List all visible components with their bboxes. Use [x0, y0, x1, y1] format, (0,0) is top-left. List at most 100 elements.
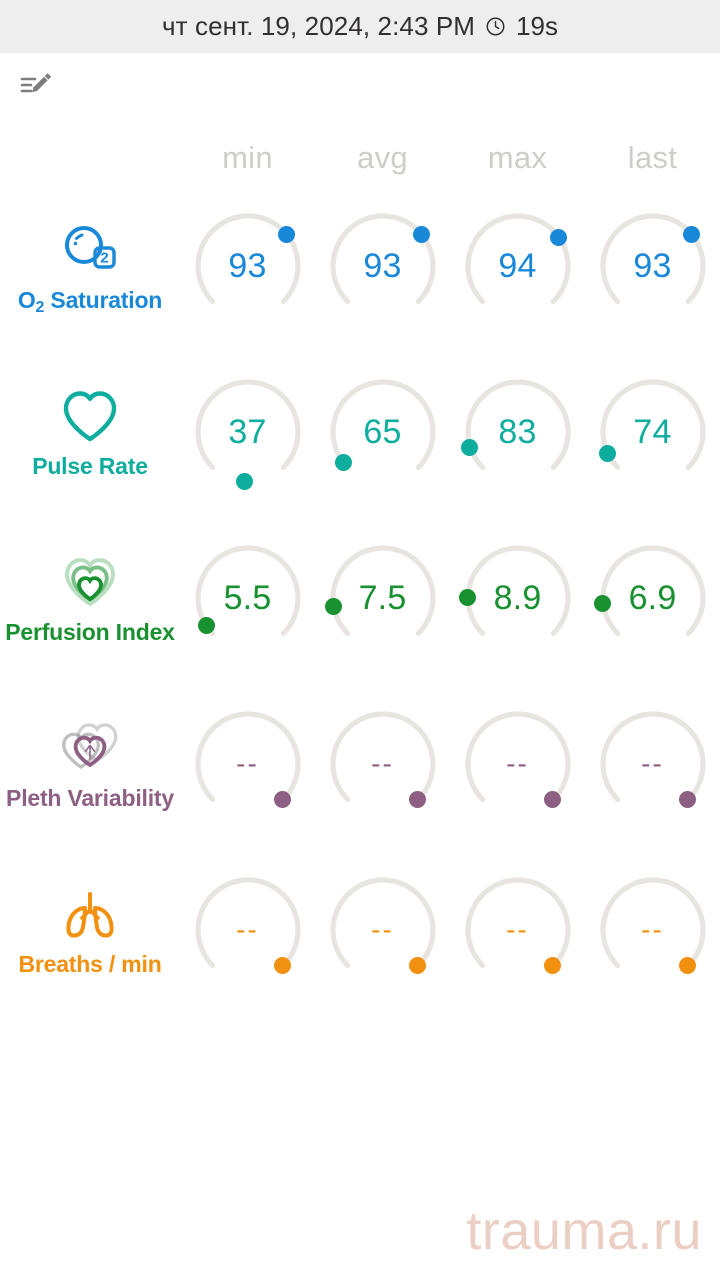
gauge-cell-max[interactable]: -- — [450, 871, 585, 989]
gauge: 37 — [189, 373, 307, 491]
gauge-progress-dot — [682, 226, 700, 244]
gauge: -- — [594, 871, 712, 989]
clock-icon — [485, 16, 506, 37]
gauge-value: 5.5 — [223, 578, 272, 617]
triple-heart-icon — [57, 550, 123, 612]
edit-note-button[interactable] — [14, 65, 62, 109]
gauge: -- — [324, 871, 442, 989]
column-header-avg: avg — [357, 140, 408, 175]
gauge-cell-last[interactable]: 74 — [585, 373, 720, 491]
column-header-max: max — [487, 140, 548, 175]
gauge-cell-last[interactable]: 93 — [585, 207, 720, 325]
gauge-progress-dot — [197, 617, 215, 635]
gauge: 74 — [594, 373, 712, 491]
gauge-group: 93 93 94 93 — [180, 207, 720, 325]
gauge: -- — [459, 871, 577, 989]
metric-name: O2 Saturation — [17, 287, 163, 316]
gauge-cell-min[interactable]: 37 — [180, 373, 315, 491]
edit-note-icon — [20, 69, 56, 106]
gauge-value: -- — [641, 914, 664, 945]
gauge-progress-dot — [459, 588, 476, 606]
gauge-value: 65 — [363, 412, 402, 451]
gauge-cell-max[interactable]: 94 — [450, 207, 585, 325]
gauge-cell-avg[interactable]: 7.5 — [315, 539, 450, 657]
gauge-cell-min[interactable]: -- — [180, 705, 315, 823]
metric-row: Breaths / min -- -- -- -- — [0, 847, 720, 1013]
gauge-value: 94 — [498, 246, 537, 285]
gauge-progress-dot — [334, 454, 352, 472]
toolbar — [0, 53, 720, 121]
session-datetime: чт сент. 19, 2024, 2:43 PM — [162, 11, 476, 41]
gauge-cell-avg[interactable]: -- — [315, 871, 450, 989]
metric-label-cell[interactable]: Pulse Rate — [0, 384, 180, 480]
metric-name: Perfusion Index — [5, 619, 175, 645]
gauge-cell-min[interactable]: -- — [180, 871, 315, 989]
metric-name: Breaths / min — [18, 951, 162, 977]
gauge-value: 83 — [498, 412, 537, 451]
elapsed-time: 19s — [516, 11, 558, 41]
gauge-value: 7.5 — [358, 578, 407, 617]
gauge-group: -- -- -- -- — [180, 705, 720, 823]
heart-outline-icon — [57, 384, 123, 446]
o2-molecule-icon: 2 — [57, 218, 123, 280]
column-header-min: min — [222, 140, 273, 175]
gauge-cell-avg[interactable]: 93 — [315, 207, 450, 325]
gauge-progress-dot — [549, 228, 567, 246]
gauge: -- — [324, 705, 442, 823]
gauge: -- — [459, 705, 577, 823]
gauge-value: 8.9 — [493, 578, 542, 617]
gauge: -- — [189, 871, 307, 989]
gauge-value: 6.9 — [628, 578, 677, 617]
column-header-last: last — [627, 140, 678, 175]
gauge-value: 74 — [633, 412, 672, 451]
metric-name: Pulse Rate — [32, 453, 148, 479]
gauge-progress-dot — [594, 594, 612, 612]
metric-row: 2 O2 Saturation 93 93 94 93 — [0, 183, 720, 349]
lungs-icon — [57, 882, 123, 944]
gauge-cell-min[interactable]: 93 — [180, 207, 315, 325]
metric-label-cell[interactable]: 2 O2 Saturation — [0, 218, 180, 316]
metric-label-cell[interactable]: Breaths / min — [0, 882, 180, 978]
metric-label-cell[interactable]: Pleth Variability — [0, 716, 180, 812]
gauge-value: -- — [236, 748, 259, 779]
gauge-value: -- — [506, 748, 529, 779]
gauge: 93 — [189, 207, 307, 325]
gauge-group: 37 65 83 74 — [180, 373, 720, 491]
gauge-progress-dot — [277, 226, 295, 244]
gauge-group: 5.5 7.5 8.9 6.9 — [180, 539, 720, 657]
gauge-value: 93 — [363, 246, 402, 285]
gauge: 83 — [459, 373, 577, 491]
gauge-cell-avg[interactable]: -- — [315, 705, 450, 823]
gauge-cell-max[interactable]: 8.9 — [450, 539, 585, 657]
gauge-cell-last[interactable]: -- — [585, 871, 720, 989]
metric-row: Perfusion Index 5.5 7.5 8.9 6.9 — [0, 515, 720, 681]
gauge: 93 — [594, 207, 712, 325]
gauge-cell-last[interactable]: -- — [585, 705, 720, 823]
gauge-cell-max[interactable]: 83 — [450, 373, 585, 491]
metrics-table: 2 O2 Saturation 93 93 94 93 Pulse Rate 37 65 83 74… — [0, 173, 720, 1013]
gauge-value: 93 — [633, 246, 672, 285]
gauge: -- — [594, 705, 712, 823]
gauge-group: -- -- -- -- — [180, 871, 720, 989]
gauge: 5.5 — [189, 539, 307, 657]
gauge: 94 — [459, 207, 577, 325]
double-heart-icon — [57, 716, 123, 778]
gauge: 93 — [324, 207, 442, 325]
gauge: 65 — [324, 373, 442, 491]
metric-row: Pulse Rate 37 65 83 74 — [0, 349, 720, 515]
gauge-value: -- — [236, 914, 259, 945]
svg-text:2: 2 — [100, 250, 108, 267]
gauge: 6.9 — [594, 539, 712, 657]
gauge-cell-min[interactable]: 5.5 — [180, 539, 315, 657]
gauge-cell-max[interactable]: -- — [450, 705, 585, 823]
gauge-cell-avg[interactable]: 65 — [315, 373, 450, 491]
gauge-value: -- — [506, 914, 529, 945]
gauge: 7.5 — [324, 539, 442, 657]
gauge-cell-last[interactable]: 6.9 — [585, 539, 720, 657]
metric-label-cell[interactable]: Perfusion Index — [0, 550, 180, 646]
status-bar: чт сент. 19, 2024, 2:43 PM 19s — [0, 0, 720, 53]
gauge-value: -- — [371, 748, 394, 779]
gauge-progress-dot — [324, 598, 342, 616]
gauge-value: -- — [371, 914, 394, 945]
gauge-value: -- — [641, 748, 664, 779]
